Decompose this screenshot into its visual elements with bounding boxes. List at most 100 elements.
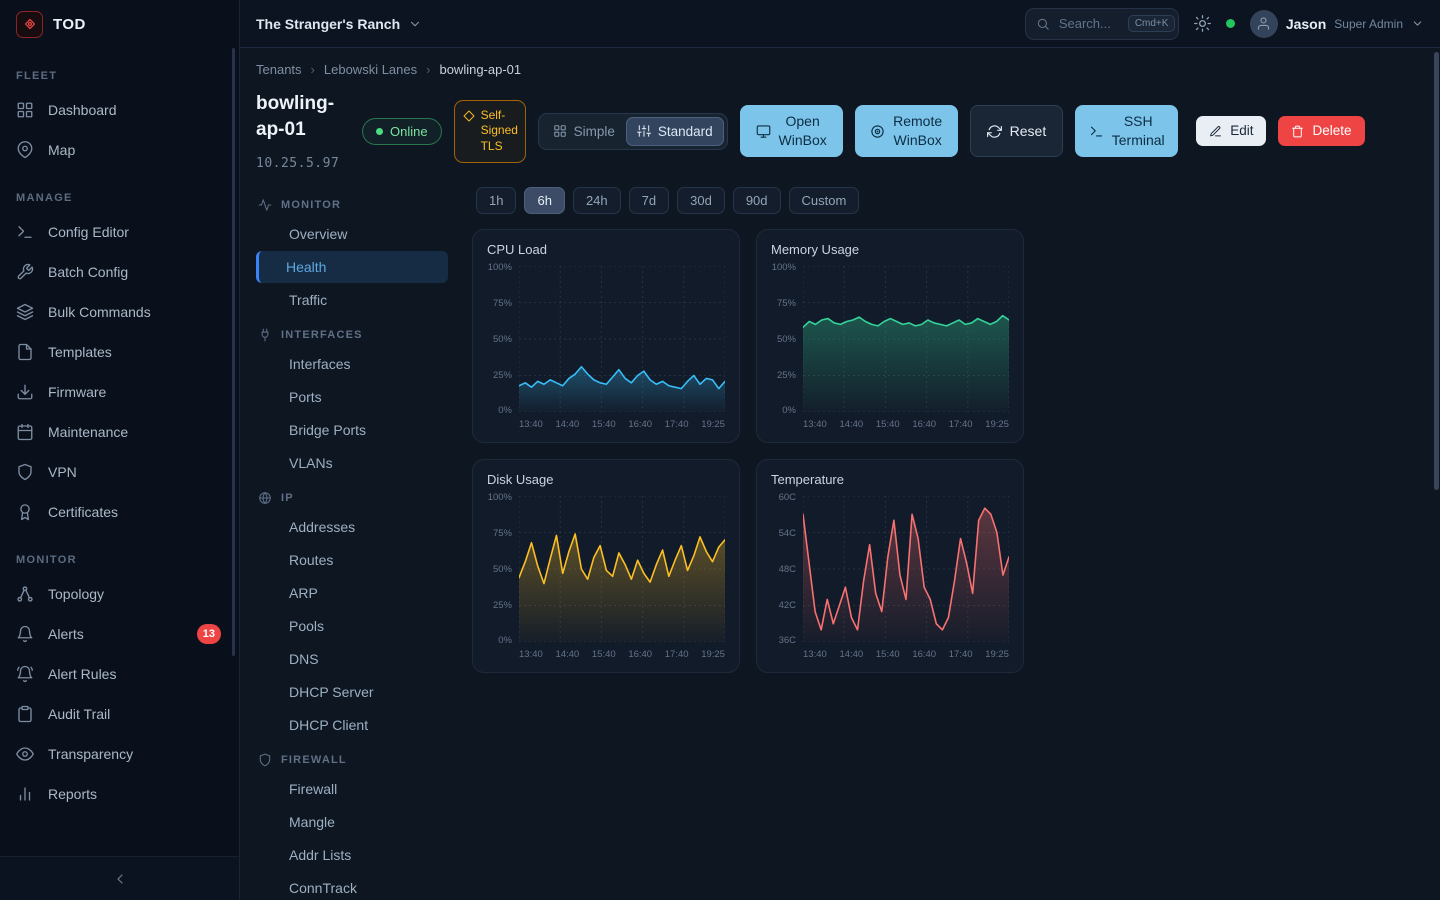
sidebar-scrollbar[interactable] — [232, 48, 235, 656]
sidebar-item-reports[interactable]: Reports — [0, 774, 239, 814]
sidebar-item-map[interactable]: Map — [0, 130, 239, 170]
sidebar-item-alert-rules[interactable]: Alert Rules — [0, 654, 239, 694]
sidebar-item-templates[interactable]: Templates — [0, 332, 239, 372]
bell-icon — [16, 625, 34, 643]
subnav-item-bridge-ports[interactable]: Bridge Ports — [256, 414, 448, 446]
subnav-item-arp[interactable]: ARP — [256, 577, 448, 609]
memory-usage-chart — [803, 266, 1009, 412]
breadcrumb: Tenants›Lebowski Lanes›bowling-ap-01 — [256, 62, 1416, 77]
clipboard-icon — [16, 705, 34, 723]
x-tick: 17:40 — [949, 649, 973, 660]
global-search[interactable]: Cmd+K — [1025, 8, 1179, 40]
sidebar-item-bulk-commands[interactable]: Bulk Commands — [0, 292, 239, 332]
sidebar-section-monitor: MONITOR Topology Alerts 13 Alert Rules A… — [0, 532, 239, 814]
subnav-item-vlans[interactable]: VLANs — [256, 447, 448, 479]
sidebar-section-fleet: FLEET Dashboard Map — [0, 48, 239, 170]
breadcrumb-separator-icon: › — [311, 62, 315, 77]
subnav-item-interfaces[interactable]: Interfaces — [256, 348, 448, 380]
search-input[interactable] — [1057, 15, 1121, 32]
timerange-custom[interactable]: Custom — [789, 187, 860, 214]
target-icon — [870, 124, 885, 139]
subnav-item-mangle[interactable]: Mangle — [256, 806, 448, 838]
scrollbar-thumb[interactable] — [1434, 52, 1439, 490]
subnav-item-routes[interactable]: Routes — [256, 544, 448, 576]
subnav-item-dhcp-server[interactable]: DHCP Server — [256, 676, 448, 708]
breadcrumb-item-lebowski-lanes[interactable]: Lebowski Lanes — [324, 62, 417, 77]
remote-winbox-button[interactable]: Remote WinBox — [855, 105, 958, 157]
ssh-terminal-button[interactable]: SSH Terminal — [1075, 105, 1178, 157]
y-tick: 0% — [771, 405, 796, 416]
charts-column: 1h6h24h7d30d90dCustom CPU Load 100%75%50… — [472, 187, 1416, 877]
x-tick: 17:40 — [665, 419, 689, 430]
subnav-header-ip: IP — [256, 480, 448, 510]
subnav-item-addr-lists[interactable]: Addr Lists — [256, 839, 448, 871]
sidebar-item-batch-config[interactable]: Batch Config — [0, 252, 239, 292]
sidebar-item-audit-trail[interactable]: Audit Trail — [0, 694, 239, 734]
page-scrollbar[interactable] — [1434, 0, 1439, 900]
delete-button[interactable]: Delete — [1278, 116, 1364, 146]
chevron-down-icon — [408, 17, 422, 31]
chevron-left-icon — [112, 871, 128, 887]
subnav-item-dns[interactable]: DNS — [256, 643, 448, 675]
user-menu[interactable]: Jason Super Admin — [1250, 10, 1424, 38]
subnav-item-conntrack[interactable]: ConnTrack — [256, 872, 448, 900]
y-axis: 100%75%50%25%0% — [487, 492, 519, 646]
sidebar-item-maintenance[interactable]: Maintenance — [0, 412, 239, 452]
chart-card-temperature: Temperature 60C54C48C42C36C 13:4014:4015… — [756, 459, 1024, 673]
logo[interactable]: TOD — [0, 0, 239, 48]
breadcrumb-item-tenants[interactable]: Tenants — [256, 62, 302, 77]
timerange-1h[interactable]: 1h — [476, 187, 516, 214]
subnav-item-overview[interactable]: Overview — [256, 218, 448, 250]
edit-button[interactable]: Edit — [1196, 116, 1266, 146]
x-tick: 16:40 — [912, 419, 936, 430]
timerange-24h[interactable]: 24h — [573, 187, 621, 214]
theme-toggle-button[interactable] — [1194, 15, 1211, 32]
y-tick: 48C — [771, 564, 796, 575]
sidebar-item-config-editor[interactable]: Config Editor — [0, 212, 239, 252]
terminal-icon — [16, 223, 34, 241]
bell-ring-icon — [16, 665, 34, 683]
reset-button[interactable]: Reset — [970, 105, 1064, 157]
subnav-item-pools[interactable]: Pools — [256, 610, 448, 642]
timerange-7d[interactable]: 7d — [629, 187, 669, 214]
x-axis: 13:4014:4015:4016:4017:4019:25 — [803, 419, 1009, 430]
x-tick: 16:40 — [628, 419, 652, 430]
user-icon — [1256, 16, 1271, 31]
tenant-selector[interactable]: The Stranger's Ranch — [256, 16, 422, 32]
subnav-item-traffic[interactable]: Traffic — [256, 284, 448, 316]
view-toggle-simple[interactable]: Simple — [542, 117, 626, 146]
subnav-item-health[interactable]: Health — [256, 251, 448, 283]
y-tick: 50% — [771, 334, 796, 345]
timerange-6h[interactable]: 6h — [524, 187, 564, 214]
device-title-column: bowling-ap-01 10.25.5.97 — [256, 91, 344, 171]
y-axis: 100%75%50%25%0% — [771, 262, 803, 416]
subnav-header-firewall: FIREWALL — [256, 742, 448, 772]
avatar[interactable] — [1250, 10, 1278, 38]
device-subnav: MONITOR OverviewHealthTraffic INTERFACES… — [256, 187, 448, 877]
subnav-item-ports[interactable]: Ports — [256, 381, 448, 413]
section-label: MONITOR — [0, 532, 239, 574]
view-toggle-standard[interactable]: Standard — [626, 117, 724, 146]
subnav-item-firewall[interactable]: Firewall — [256, 773, 448, 805]
y-tick: 36C — [771, 635, 796, 646]
subnav-item-dhcp-client[interactable]: DHCP Client — [256, 709, 448, 741]
chart-title: Disk Usage — [487, 472, 725, 487]
x-tick: 19:25 — [701, 649, 725, 660]
timerange-90d[interactable]: 90d — [733, 187, 781, 214]
y-tick: 25% — [487, 370, 512, 381]
sidebar-item-vpn[interactable]: VPN — [0, 452, 239, 492]
x-tick: 17:40 — [665, 649, 689, 660]
y-tick: 25% — [487, 600, 512, 611]
timerange-30d[interactable]: 30d — [677, 187, 725, 214]
open-winbox-button[interactable]: Open WinBox — [740, 105, 843, 157]
sidebar-item-dashboard[interactable]: Dashboard — [0, 90, 239, 130]
tls-warning-badge: Self-Signed TLS — [454, 100, 526, 163]
sidebar-item-firmware[interactable]: Firmware — [0, 372, 239, 412]
subnav-item-addresses[interactable]: Addresses — [256, 511, 448, 543]
sidebar-item-transparency[interactable]: Transparency — [0, 734, 239, 774]
sidebar-item-alerts[interactable]: Alerts 13 — [0, 614, 239, 654]
sidebar-collapse-button[interactable] — [0, 856, 239, 900]
sidebar-item-topology[interactable]: Topology — [0, 574, 239, 614]
sidebar-item-certificates[interactable]: Certificates — [0, 492, 239, 532]
globe-icon — [258, 491, 272, 505]
